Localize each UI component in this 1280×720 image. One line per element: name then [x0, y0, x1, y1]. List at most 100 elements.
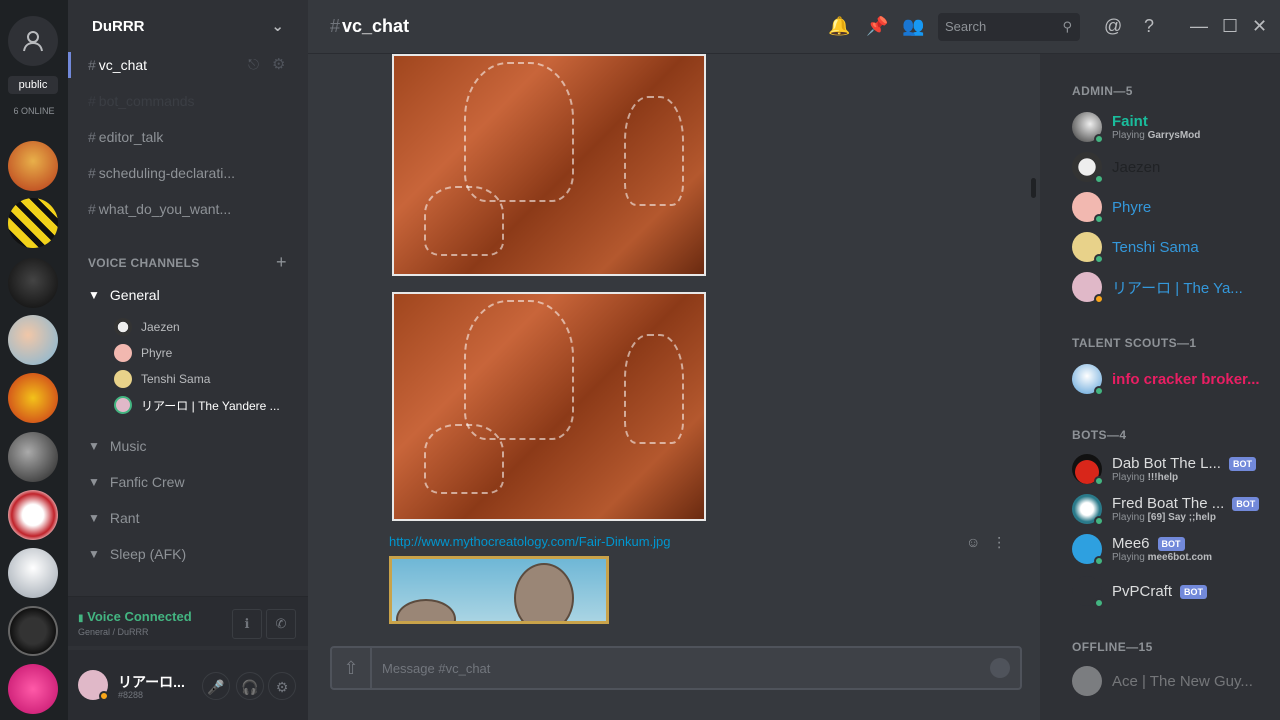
close-icon[interactable]: ✕ — [1252, 16, 1267, 37]
emoji-picker-icon[interactable] — [990, 658, 1010, 678]
add-channel-icon[interactable]: + — [276, 252, 287, 273]
avatar — [1072, 494, 1104, 526]
avatar — [1072, 364, 1104, 396]
channel-what-do-you-want[interactable]: # what_do_you_want... — [88, 198, 231, 220]
voice-channel-sleep-afk[interactable]: ▼ Sleep (AFK) — [88, 546, 186, 562]
avatar — [1072, 272, 1104, 304]
rock-art-figure — [464, 300, 574, 440]
role-header-bots: BOTS—4 — [1072, 428, 1127, 442]
upload-button[interactable]: ⇧ — [332, 648, 372, 688]
online-status — [1094, 386, 1104, 396]
voice-user-phyre[interactable]: Phyre — [114, 344, 172, 362]
member-phyre[interactable]: Phyre — [1072, 192, 1151, 224]
idle-status — [1094, 294, 1104, 304]
users-icon — [23, 31, 43, 52]
voice-connected-status[interactable]: ▮ Voice Connected — [78, 609, 192, 624]
avatar — [1072, 112, 1104, 144]
message-list[interactable]: http://www.mythocreatology.com/Fair-Dink… — [308, 54, 1040, 624]
rock-shape — [514, 563, 574, 621]
server-icon[interactable] — [8, 664, 58, 714]
server-icon[interactable] — [8, 315, 58, 365]
username: リアーロ... — [118, 674, 185, 690]
message-input[interactable] — [382, 648, 972, 688]
image-attachment[interactable] — [392, 292, 706, 521]
guild-header[interactable]: DuRRR ⌄ — [68, 0, 308, 52]
public-server-label[interactable]: public — [8, 76, 58, 94]
chevron-down-icon: ▼ — [88, 439, 100, 453]
avatar — [1072, 666, 1102, 696]
online-count: 6 ONLINE — [13, 106, 55, 116]
rock-shape — [396, 599, 456, 621]
help-icon[interactable]: ? — [1144, 16, 1154, 37]
member-self[interactable]: リアーロ | The Ya... — [1072, 272, 1243, 304]
gear-icon[interactable]: ⚙ — [272, 55, 285, 73]
member-pvpcraft[interactable]: PvPCraft BOT — [1072, 576, 1208, 608]
voice-user-tenshi-sama[interactable]: Tenshi Sama — [114, 370, 210, 388]
image-attachment[interactable] — [392, 54, 706, 276]
server-icon[interactable] — [8, 141, 58, 191]
voice-connected-location: General / DuRRR — [78, 627, 149, 637]
voice-channel-rant[interactable]: ▼ Rant — [88, 510, 139, 526]
voice-channel-fanfic-crew[interactable]: ▼ Fanfic Crew — [88, 474, 185, 490]
hash-icon: # — [88, 93, 96, 109]
member-jaezen[interactable]: Jaezen — [1072, 152, 1160, 184]
member-fred-boat[interactable]: Fred Boat The ... BOT Playing [69] Say ;;… — [1072, 494, 1260, 526]
chevron-down-icon: ▼ — [88, 511, 100, 525]
image-attachment[interactable] — [389, 556, 609, 624]
server-icon[interactable] — [8, 490, 58, 540]
user-settings-button[interactable]: ⚙ — [268, 672, 296, 700]
voice-user-self[interactable]: リアーロ | The Yandere ... — [114, 396, 280, 414]
server-icon[interactable] — [8, 606, 58, 656]
member-faint[interactable]: Faint Playing GarrysMod — [1072, 112, 1200, 144]
more-options-icon[interactable]: ⋮ — [992, 534, 1006, 550]
search-input[interactable]: Search ⚲ — [938, 13, 1080, 41]
voice-channel-general[interactable]: ▼ General — [88, 287, 160, 303]
member-ace[interactable]: Ace | The New Guy... — [1072, 666, 1253, 696]
channel-bot-commands[interactable]: # bot_commands — [88, 90, 195, 112]
voice-channels-header: VOICE CHANNELS — [88, 256, 200, 270]
online-status — [1094, 598, 1104, 608]
voice-channel-music[interactable]: ▼ Music — [88, 438, 146, 454]
member-info-cracker[interactable]: info cracker broker... — [1072, 364, 1260, 396]
member-tenshi-sama[interactable]: Tenshi Sama — [1072, 232, 1199, 264]
member-dab-bot[interactable]: Dab Bot The L... BOT Playing !!!help — [1072, 454, 1256, 486]
channel-scheduling[interactable]: # scheduling-declarati... — [88, 162, 235, 184]
member-list: ADMIN—5 Faint Playing GarrysMod Jaezen P… — [1040, 54, 1280, 720]
server-icon[interactable] — [8, 198, 58, 248]
server-icon[interactable] — [8, 258, 58, 308]
member-mee6[interactable]: Mee6 BOT Playing mee6bot.com — [1072, 534, 1212, 566]
deafen-button[interactable]: 🎧 — [236, 672, 264, 700]
hash-icon: # — [88, 57, 96, 73]
friends-home-button[interactable] — [8, 16, 58, 66]
status-indicator — [99, 691, 109, 701]
channel-editor-talk[interactable]: # editor_talk — [88, 126, 163, 148]
message-composer: ⇧ — [330, 646, 1022, 690]
voice-user-jaezen[interactable]: Jaezen — [114, 318, 180, 336]
avatar — [1072, 192, 1104, 224]
message-link[interactable]: http://www.mythocreatology.com/Fair-Dink… — [389, 534, 671, 549]
disconnect-button[interactable]: ✆ — [266, 609, 296, 639]
channel-vc-chat[interactable]: # vc_chat — [88, 54, 147, 76]
server-icon[interactable] — [8, 373, 58, 423]
avatar — [114, 396, 132, 414]
rock-art-figure — [424, 424, 504, 494]
minimize-icon[interactable]: — — [1190, 16, 1208, 37]
bell-icon[interactable]: 🔔 — [828, 16, 850, 37]
microphone-icon: 🎤 — [207, 679, 225, 695]
hash-icon: # — [88, 165, 96, 181]
member-list-icon[interactable]: 👥 — [902, 16, 924, 37]
server-icon[interactable] — [8, 548, 58, 598]
mute-button[interactable]: 🎤 — [202, 672, 230, 700]
pin-icon[interactable]: 📌 — [866, 16, 888, 37]
add-reaction-icon[interactable]: ☺ — [966, 534, 980, 550]
invite-icon[interactable]: ⎋ — [248, 56, 259, 73]
mentions-icon[interactable]: @ — [1104, 16, 1122, 37]
role-header-talent-scouts: TALENT SCOUTS—1 — [1072, 336, 1197, 350]
voice-info-button[interactable]: ℹ — [232, 609, 262, 639]
maximize-icon[interactable]: ☐ — [1222, 16, 1238, 37]
upload-icon: ⇧ — [343, 658, 359, 678]
scrollbar-thumb[interactable] — [1031, 178, 1036, 198]
server-icon[interactable] — [8, 432, 58, 482]
avatar — [1072, 152, 1104, 184]
chevron-down-icon: ▼ — [88, 475, 100, 489]
